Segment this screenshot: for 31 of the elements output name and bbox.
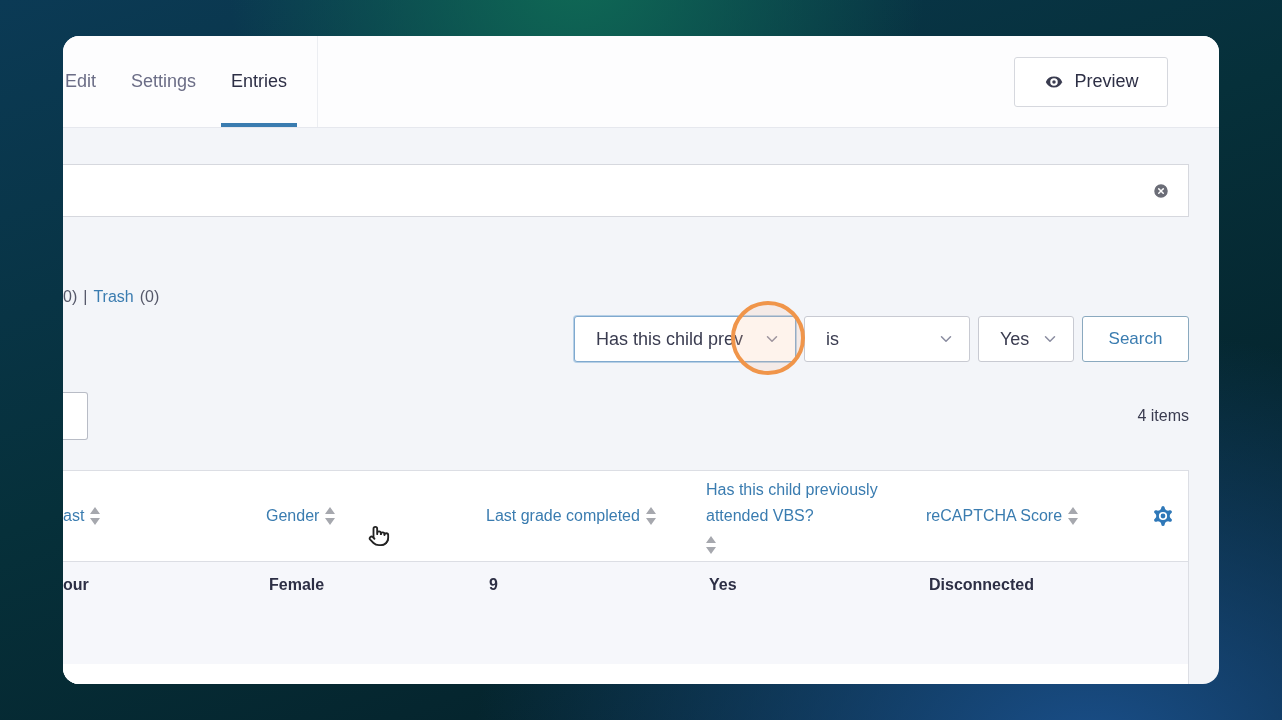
pointer-cursor-icon (368, 525, 390, 547)
column-header[interactable]: ast (63, 503, 85, 529)
column-header[interactable]: Has this child previously attended VBS? (706, 477, 906, 529)
table-cell-text: our (63, 575, 90, 595)
sort-icon[interactable] (1068, 506, 1079, 526)
table-cell-text: 9 (488, 575, 499, 595)
tab[interactable]: Entries (221, 36, 298, 127)
table-cell-text: Female (268, 575, 326, 595)
item-count: 4 items (1137, 407, 1189, 425)
sort-icon[interactable] (645, 506, 656, 526)
input-field[interactable] (63, 392, 88, 440)
search-field[interactable] (63, 164, 1189, 217)
column-header[interactable]: Last grade completed (486, 503, 640, 529)
table-cell-text: Disconnected (928, 575, 1035, 595)
tab[interactable]: Edit (63, 36, 107, 127)
clear-icon[interactable] (1152, 181, 1170, 200)
filter-select[interactable]: is (804, 316, 970, 362)
search-button[interactable]: Search (1082, 316, 1189, 362)
trash-link[interactable]: Trash (93, 288, 134, 306)
column-header[interactable]: Gender (266, 503, 320, 529)
preview-button[interactable]: Preview (1014, 56, 1168, 107)
separator-text: | (83, 288, 88, 306)
count-text: (0) (139, 288, 160, 306)
filter-select[interactable]: Yes (978, 316, 1074, 362)
sort-icon[interactable] (325, 506, 336, 526)
table-cell-text: Yes (708, 575, 738, 595)
count-text: 0) (63, 288, 78, 306)
sort-icon[interactable] (706, 535, 716, 555)
sort-icon[interactable] (90, 506, 101, 526)
column-header[interactable]: reCAPTCHA Score (926, 503, 1063, 529)
tab[interactable]: Settings (121, 36, 207, 127)
